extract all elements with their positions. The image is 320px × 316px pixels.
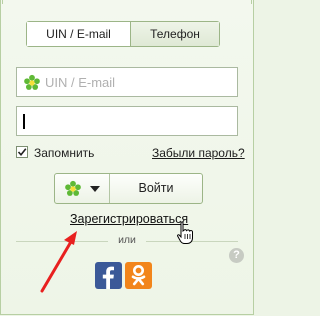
forgot-password-link[interactable]: Забыли пароль?	[152, 146, 245, 160]
tab-uin-email[interactable]: UIN / E-mail	[27, 22, 130, 46]
hand-cursor-icon	[177, 221, 193, 244]
or-separator: или	[118, 234, 136, 246]
checkmark-icon	[17, 148, 27, 157]
register-link[interactable]: Зарегистрироваться	[70, 212, 188, 226]
divider-left	[16, 241, 108, 242]
password-field[interactable]	[16, 106, 238, 136]
help-icon[interactable]: ?	[229, 248, 244, 263]
odnoklassniki-icon	[131, 265, 146, 286]
login-method-tabs: UIN / E-mail Телефон	[26, 21, 220, 47]
icq-flower-icon	[65, 180, 81, 196]
remember-label[interactable]: Запомнить	[34, 146, 94, 160]
login-button[interactable]: Войти	[110, 174, 202, 203]
odnoklassniki-login-button[interactable]	[125, 262, 152, 289]
panel-top-edge	[2, 0, 252, 4]
facebook-icon	[102, 266, 114, 289]
password-input[interactable]	[17, 107, 237, 135]
account-picker-dropdown[interactable]	[55, 174, 110, 203]
text-caret	[23, 114, 25, 129]
uin-email-input[interactable]	[17, 68, 237, 96]
tab-phone[interactable]: Телефон	[130, 22, 219, 46]
remember-checkbox[interactable]	[16, 146, 28, 158]
facebook-login-button[interactable]	[95, 262, 122, 289]
uin-email-field[interactable]	[16, 67, 238, 97]
login-button-group: Войти	[54, 173, 203, 204]
chevron-down-icon	[90, 186, 100, 192]
